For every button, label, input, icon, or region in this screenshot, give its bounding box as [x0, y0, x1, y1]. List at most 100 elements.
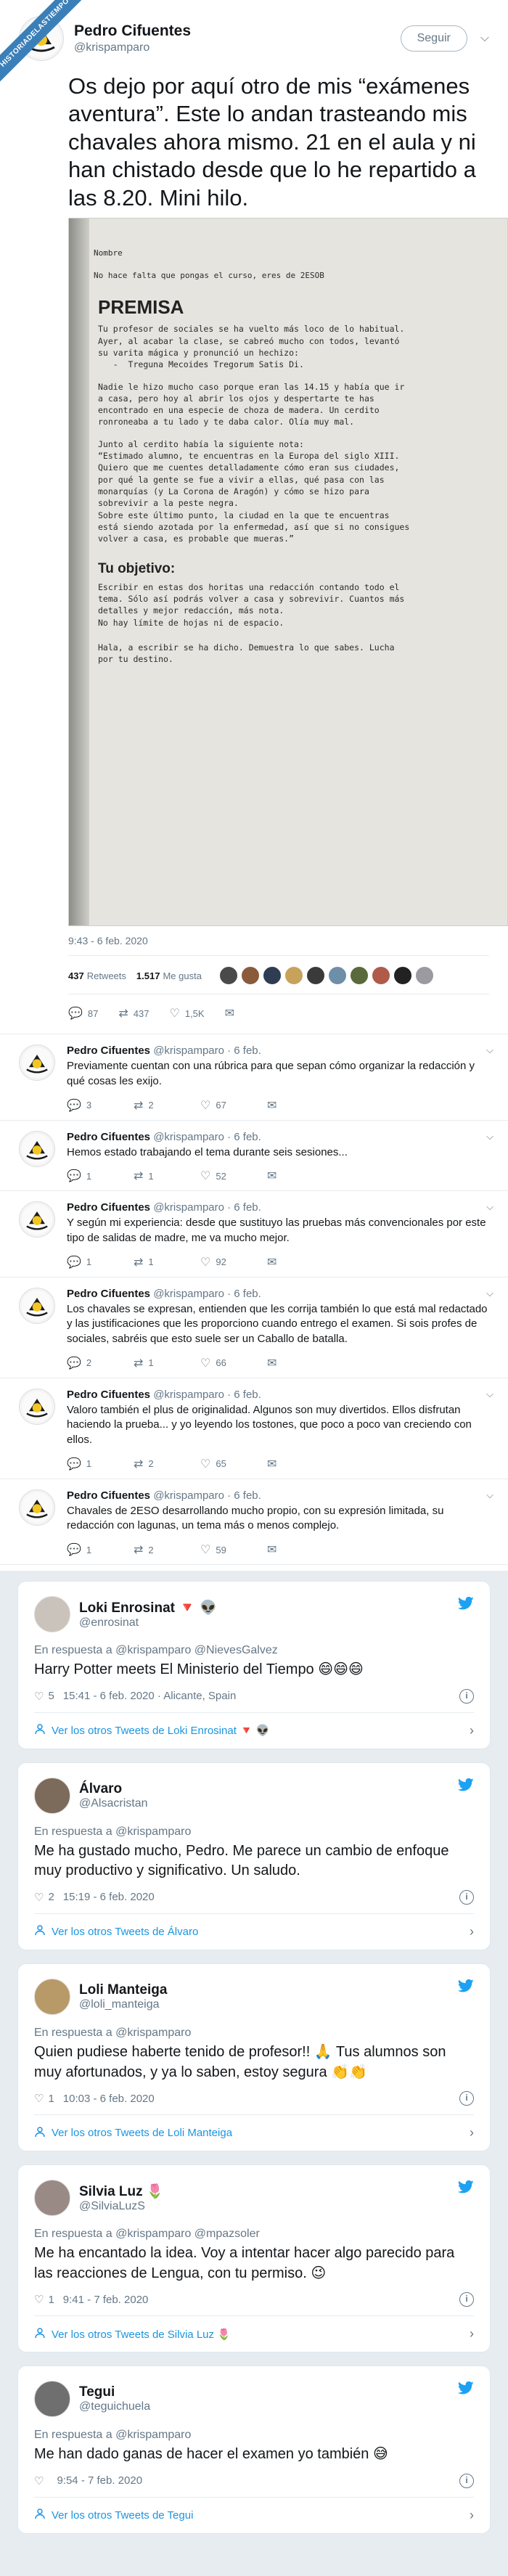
- card-author-name[interactable]: Loli Manteiga: [79, 1982, 167, 1998]
- response-card[interactable]: Loki Enrosinat 🔻 👽 @enrosinat En respues…: [17, 1581, 491, 1749]
- card-more-tweets-link[interactable]: Ver los otros Tweets de Silvia Luz 🌷 ›: [34, 2315, 474, 2352]
- liker-avatar[interactable]: [284, 966, 303, 986]
- reply-author-meta[interactable]: @krispamparo · 6 feb.: [153, 1131, 261, 1143]
- avatar[interactable]: [34, 2381, 70, 2418]
- heart-icon[interactable]: ♡: [34, 2092, 44, 2105]
- card-timestamp[interactable]: 15:41 - 6 feb. 2020 · Alicante, Spain: [63, 1690, 237, 1702]
- avatar[interactable]: [19, 1130, 55, 1167]
- chevron-down-icon[interactable]: ⌵: [486, 1201, 493, 1213]
- liker-avatar[interactable]: [327, 966, 347, 986]
- liker-avatar[interactable]: [371, 966, 390, 986]
- response-card[interactable]: Loli Manteiga @loli_manteiga En respuest…: [17, 1963, 491, 2152]
- card-author-name[interactable]: Álvaro: [79, 1781, 148, 1797]
- thread-reply[interactable]: Pedro Cifuentes @krispamparo · 6 feb. Pr…: [0, 1034, 508, 1121]
- dm-button[interactable]: ✉: [267, 1098, 334, 1113]
- liker-avatar[interactable]: [262, 966, 282, 986]
- likes-label[interactable]: Me gusta: [163, 970, 201, 981]
- retweet-button[interactable]: ⇄ 1: [134, 1356, 200, 1370]
- dm-button[interactable]: ✉: [225, 1006, 239, 1021]
- reply-author-name[interactable]: Pedro Cifuentes: [67, 1489, 150, 1502]
- avatar[interactable]: [19, 1201, 55, 1238]
- reply-author-meta[interactable]: @krispamparo · 6 feb.: [153, 1288, 261, 1300]
- avatar[interactable]: [19, 1287, 55, 1324]
- reply-author-meta[interactable]: @krispamparo · 6 feb.: [153, 1201, 261, 1214]
- twitter-bird-icon[interactable]: [457, 1778, 474, 1796]
- reply-button[interactable]: 💬 2: [67, 1356, 134, 1370]
- response-card[interactable]: Tegui @teguichuela En respuesta a @krisp…: [17, 2366, 491, 2534]
- card-timestamp[interactable]: 9:54 - 7 feb. 2020: [57, 2474, 142, 2487]
- liker-avatar[interactable]: [306, 966, 325, 986]
- card-timestamp[interactable]: 9:41 - 7 feb. 2020: [63, 2294, 149, 2306]
- response-card[interactable]: Álvaro @Alsacristan En respuesta a @kris…: [17, 1762, 491, 1950]
- dm-button[interactable]: ✉: [267, 1457, 334, 1471]
- info-icon[interactable]: i: [459, 2473, 474, 2488]
- reply-author-meta[interactable]: @krispamparo · 6 feb.: [153, 1489, 261, 1502]
- reply-button[interactable]: 💬 1: [67, 1255, 134, 1269]
- heart-icon[interactable]: ♡: [34, 2474, 44, 2487]
- avatar[interactable]: [34, 1596, 70, 1633]
- card-author-handle[interactable]: @loli_manteiga: [79, 1998, 167, 2011]
- follow-button[interactable]: Seguir: [400, 25, 467, 52]
- card-author-name[interactable]: Tegui: [79, 2384, 150, 2400]
- card-timestamp[interactable]: 15:19 - 6 feb. 2020: [63, 1891, 155, 1903]
- reply-author-name[interactable]: Pedro Cifuentes: [67, 1201, 150, 1214]
- card-reply-to[interactable]: En respuesta a @krispamparo @mpazsoler: [34, 2228, 474, 2241]
- like-button[interactable]: ♡ 66: [200, 1356, 267, 1370]
- like-button[interactable]: ♡ 59: [200, 1542, 267, 1557]
- like-button[interactable]: ♡ 67: [200, 1098, 267, 1113]
- reply-button[interactable]: 💬 1: [67, 1542, 134, 1557]
- dm-button[interactable]: ✉: [267, 1542, 334, 1557]
- card-reply-to[interactable]: En respuesta a @krispamparo @NievesGalve…: [34, 1644, 474, 1657]
- card-reply-to[interactable]: En respuesta a @krispamparo: [34, 2429, 474, 2442]
- avatar[interactable]: [34, 1978, 70, 2015]
- card-more-tweets-link[interactable]: Ver los otros Tweets de Loli Manteiga ›: [34, 2114, 474, 2151]
- reply-button[interactable]: 💬 1: [67, 1169, 134, 1183]
- avatar[interactable]: [34, 2180, 70, 2217]
- card-author-handle[interactable]: @SilviaLuzS: [79, 2200, 164, 2213]
- card-more-tweets-link[interactable]: Ver los otros Tweets de Tegui ›: [34, 2496, 474, 2533]
- card-reply-to[interactable]: En respuesta a @krispamparo: [34, 1825, 474, 1839]
- avatar[interactable]: [34, 1777, 70, 1814]
- like-button[interactable]: ♡ 1,5K: [170, 1006, 205, 1021]
- thread-reply[interactable]: Pedro Cifuentes @krispamparo · 6 feb. He…: [0, 1121, 508, 1192]
- retweets-count[interactable]: 437: [68, 970, 84, 981]
- thread-reply[interactable]: Pedro Cifuentes @krispamparo · 6 feb. Lo…: [0, 1277, 508, 1378]
- reply-button[interactable]: 💬 3: [67, 1098, 134, 1113]
- thread-reply[interactable]: Pedro Cifuentes @krispamparo · 6 feb. Ch…: [0, 1479, 508, 1566]
- card-timestamp[interactable]: 10:03 - 6 feb. 2020: [63, 2093, 155, 2105]
- chevron-down-icon[interactable]: ⌵: [480, 32, 489, 45]
- like-button[interactable]: ♡ 65: [200, 1457, 267, 1471]
- reply-author-name[interactable]: Pedro Cifuentes: [67, 1044, 150, 1057]
- retweets-label[interactable]: Retweets: [87, 970, 126, 981]
- card-author-handle[interactable]: @teguichuela: [79, 2400, 150, 2413]
- reply-author-meta[interactable]: @krispamparo · 6 feb.: [153, 1389, 261, 1401]
- retweet-button[interactable]: ⇄ 437: [118, 1006, 149, 1021]
- info-icon[interactable]: i: [459, 1889, 474, 1905]
- dm-button[interactable]: ✉: [267, 1169, 334, 1183]
- thread-reply[interactable]: Pedro Cifuentes @krispamparo · 6 feb. Y …: [0, 1191, 508, 1277]
- twitter-bird-icon[interactable]: [457, 1979, 474, 1998]
- twitter-bird-icon[interactable]: [457, 2381, 474, 2400]
- info-icon[interactable]: i: [459, 1688, 474, 1704]
- card-reply-to[interactable]: En respuesta a @krispamparo: [34, 2027, 474, 2040]
- avatar[interactable]: [19, 1489, 55, 1526]
- reply-author-name[interactable]: Pedro Cifuentes: [67, 1288, 150, 1300]
- chevron-down-icon[interactable]: ⌵: [486, 1044, 493, 1056]
- chevron-down-icon[interactable]: ⌵: [486, 1489, 493, 1501]
- likes-count[interactable]: 1.517: [136, 970, 160, 981]
- thread-reply[interactable]: Pedro Cifuentes @krispamparo · 6 feb. Va…: [0, 1378, 508, 1479]
- reply-button[interactable]: 💬 87: [68, 1006, 98, 1021]
- author-handle[interactable]: @krispamparo: [74, 41, 401, 54]
- reply-button[interactable]: 💬 1: [67, 1457, 134, 1471]
- card-more-tweets-link[interactable]: Ver los otros Tweets de Álvaro ›: [34, 1913, 474, 1950]
- retweet-button[interactable]: ⇄ 1: [134, 1169, 200, 1183]
- heart-icon[interactable]: ♡: [34, 2293, 44, 2306]
- dm-button[interactable]: ✉: [267, 1356, 334, 1370]
- response-card[interactable]: Silvia Luz 🌷 @SilviaLuzS En respuesta a …: [17, 2164, 491, 2353]
- dm-button[interactable]: ✉: [267, 1255, 334, 1269]
- avatar[interactable]: [19, 1044, 55, 1081]
- tweet-timestamp[interactable]: 9:43 - 6 feb. 2020: [68, 935, 489, 946]
- exam-photo[interactable]: Nombre No hace falta que pongas el curso…: [68, 218, 508, 927]
- like-button[interactable]: ♡ 92: [200, 1255, 267, 1269]
- liker-avatar[interactable]: [349, 966, 369, 986]
